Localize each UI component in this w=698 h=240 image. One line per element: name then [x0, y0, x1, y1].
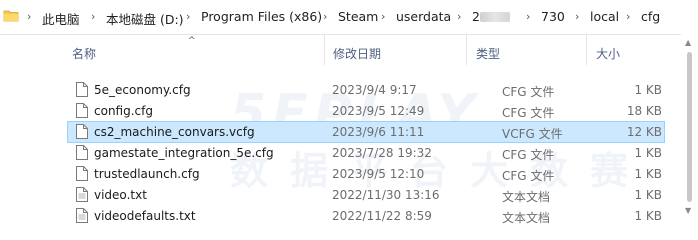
file-name: gamestate_integration_5e.cfg: [94, 146, 274, 160]
file-size: 1 KB: [634, 188, 662, 202]
file-date: 2023/9/4 9:17: [332, 83, 417, 97]
scroll-down-arrow-icon[interactable]: ▼: [685, 206, 691, 215]
breadcrumb-separator-icon: ›: [381, 10, 386, 23]
list-item[interactable]: video.txt 2022/11/30 13:16 文本文档 1 KB: [68, 185, 664, 205]
file-type: 文本文档: [502, 190, 551, 204]
file-date: 2022/11/30 13:16: [332, 188, 440, 202]
breadcrumb-local-disk[interactable]: 本地磁盘 (D:): [106, 9, 184, 28]
breadcrumb-730[interactable]: 730: [541, 9, 565, 24]
file-type: CFG 文件: [502, 169, 555, 183]
breadcrumb-userdata[interactable]: userdata: [396, 9, 451, 24]
list-item-selected[interactable]: cs2_machine_convars.vcfg 2023/9/6 11:11 …: [67, 121, 665, 143]
breadcrumb-user-id[interactable]: 2: [472, 9, 510, 24]
breadcrumb-separator-icon: ›: [91, 10, 96, 23]
file-name: trustedlaunch.cfg: [94, 167, 200, 181]
column-size[interactable]: 大小: [596, 45, 620, 62]
breadcrumb-separator-icon: ›: [526, 10, 531, 23]
breadcrumb-separator-icon: ›: [575, 10, 580, 23]
file-size: 1 KB: [634, 83, 662, 97]
list-item[interactable]: videodefaults.txt 2022/11/22 8:59 文本文档 1…: [68, 206, 664, 226]
file-type: VCFG 文件: [502, 127, 563, 141]
breadcrumb-separator-icon: ›: [27, 10, 32, 23]
file-date: 2023/7/28 19:32: [332, 146, 432, 160]
file-size: 1 KB: [634, 167, 662, 181]
file-name: config.cfg: [94, 104, 153, 118]
breadcrumb-separator-icon: ›: [323, 10, 328, 23]
file-size: 1 KB: [634, 146, 662, 160]
breadcrumb-this-pc[interactable]: 此电脑: [42, 9, 80, 28]
file-icon: [76, 124, 88, 139]
file-name: 5e_economy.cfg: [94, 83, 191, 97]
column-divider[interactable]: [324, 35, 325, 65]
column-date-modified[interactable]: 修改日期: [333, 45, 381, 62]
breadcrumb-local[interactable]: local: [590, 9, 619, 24]
file-name: cs2_machine_convars.vcfg: [94, 125, 255, 139]
column-divider[interactable]: [466, 35, 467, 65]
column-divider[interactable]: [586, 35, 587, 65]
vertical-scrollbar[interactable]: ▲ ▼: [681, 34, 698, 219]
file-type: CFG 文件: [502, 106, 555, 120]
sort-ascending-icon: ^: [188, 36, 196, 46]
list-item[interactable]: 5e_economy.cfg 2023/9/4 9:17 CFG 文件 1 KB: [68, 80, 664, 100]
breadcrumb-program-files[interactable]: Program Files (x86): [201, 9, 322, 24]
column-name[interactable]: 名称: [72, 45, 96, 62]
file-type: CFG 文件: [502, 148, 555, 162]
file-size: 1 KB: [634, 209, 662, 223]
breadcrumb-separator-icon: ›: [186, 10, 191, 23]
breadcrumb-separator-icon: ›: [457, 10, 462, 23]
file-date: 2022/11/22 8:59: [332, 209, 432, 223]
redacted-blur: [479, 12, 510, 22]
list-item[interactable]: gamestate_integration_5e.cfg 2023/7/28 1…: [68, 143, 664, 163]
scrollbar-thumb[interactable]: [687, 52, 692, 202]
file-name: video.txt: [94, 188, 147, 202]
column-header: ^ 名称 修改日期 类型 大小: [0, 35, 698, 65]
file-date: 2023/9/6 11:11: [332, 125, 425, 139]
breadcrumb-steam[interactable]: Steam: [338, 9, 378, 24]
file-date: 2023/9/5 12:10: [332, 167, 425, 181]
file-size: 12 KB: [626, 125, 662, 139]
scroll-up-arrow-icon[interactable]: ▲: [685, 38, 691, 47]
folder-icon: [3, 10, 19, 22]
breadcrumb-separator-icon: ›: [626, 10, 631, 23]
file-icon: [76, 145, 88, 160]
breadcrumb-cfg[interactable]: cfg: [641, 9, 660, 24]
list-item[interactable]: trustedlaunch.cfg 2023/9/5 12:10 CFG 文件 …: [68, 164, 664, 184]
file-icon: [76, 82, 88, 97]
file-date: 2023/9/5 12:49: [332, 104, 425, 118]
file-size: 18 KB: [626, 104, 662, 118]
column-type[interactable]: 类型: [476, 45, 500, 62]
text-file-icon: [76, 208, 88, 223]
address-bar[interactable]: › 此电脑 › 本地磁盘 (D:) › Program Files (x86) …: [0, 0, 698, 35]
file-icon: [76, 103, 88, 118]
text-file-icon: [76, 187, 88, 202]
file-icon: [76, 166, 88, 181]
file-type: 文本文档: [502, 211, 551, 225]
file-type: CFG 文件: [502, 85, 555, 99]
file-name: videodefaults.txt: [94, 209, 196, 223]
list-item[interactable]: config.cfg 2023/9/5 12:49 CFG 文件 18 KB: [68, 101, 664, 121]
